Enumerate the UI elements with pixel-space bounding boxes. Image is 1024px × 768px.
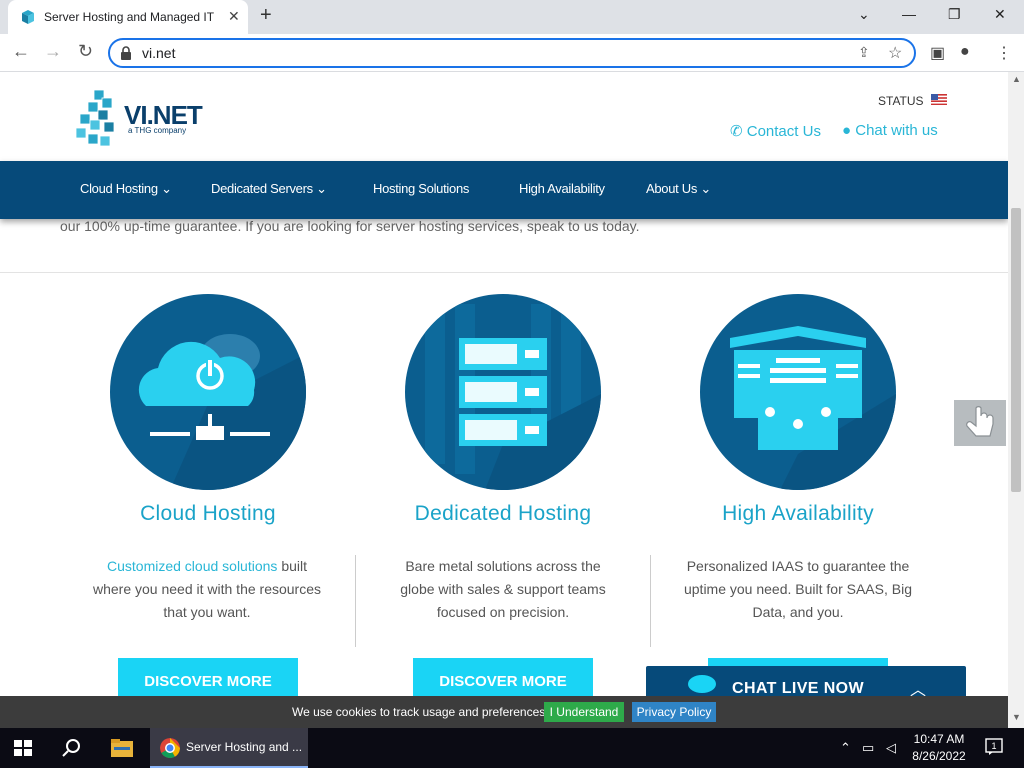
tab-search-icon[interactable]: ⌄ — [858, 6, 870, 23]
url-text[interactable]: vi.net — [142, 45, 175, 61]
chat-live-widget[interactable]: CHAT LIVE NOW ︿ — [646, 666, 966, 696]
status-link[interactable]: STATUS — [878, 94, 924, 108]
vinet-cube-icon — [22, 10, 34, 24]
scroll-down-arrow-icon[interactable]: ▼ — [1012, 712, 1021, 722]
nav-high-availability[interactable]: High Availability — [519, 181, 605, 196]
intro-text: our 100% up-time guarantee. If you are l… — [60, 218, 640, 234]
nav-hosting-solutions[interactable]: Hosting Solutions — [373, 181, 469, 196]
privacy-policy-button[interactable]: Privacy Policy — [632, 702, 716, 722]
chat-with-us-label: Chat with us — [855, 122, 938, 139]
chat-with-us-link[interactable]: ● Chat with us — [842, 122, 938, 139]
site-header: VI.NET a THG company STATUS ✆ Contact Us… — [0, 72, 1008, 161]
nav-about-us[interactable]: About Us ⌄ — [646, 181, 711, 197]
chrome-icon — [160, 738, 180, 758]
cloud-hosting-illustration — [110, 294, 306, 490]
phone-icon: ✆ — [730, 123, 747, 140]
feature-title-cloud-hosting[interactable]: Cloud Hosting — [78, 502, 338, 526]
site-logo-subtitle: a THG company — [128, 126, 187, 135]
clock-date: 8/26/2022 — [912, 749, 966, 763]
high-availability-illustration — [700, 294, 896, 490]
feature-title-high-availability[interactable]: High Availability — [668, 502, 928, 526]
taskbar-chrome-button[interactable]: Server Hosting and ... — [150, 728, 308, 768]
feature-desc-high-availability: Personalized IAAS to guarantee the uptim… — [683, 558, 912, 620]
chevron-up-icon[interactable]: ︿ — [910, 676, 926, 696]
taskbar-chrome-label: Server Hosting and ... — [186, 740, 303, 754]
back-arrow-icon[interactable]: ← — [12, 41, 30, 62]
side-panel-icon[interactable]: ▣ — [930, 43, 945, 63]
dedicated-hosting-illustration — [405, 294, 601, 490]
windows-start-icon[interactable] — [14, 740, 32, 756]
feature-title-dedicated-hosting[interactable]: Dedicated Hosting — [373, 502, 633, 526]
main-navigation: Cloud Hosting ⌄ Dedicated Servers ⌄ Host… — [0, 161, 1008, 219]
taskbar-clock[interactable]: 10:47 AM 8/26/2022 — [912, 731, 966, 765]
bookmark-star-icon[interactable]: ☆ — [888, 43, 902, 63]
discover-more-dedicated-button[interactable]: DISCOVER MORE — [413, 658, 593, 696]
server-rack-icon — [425, 304, 601, 490]
cloud-power-icon — [138, 334, 306, 490]
chat-bubble-icon — [688, 675, 716, 693]
column-divider — [355, 555, 356, 647]
pointer-hand-icon — [966, 406, 994, 437]
chevron-down-icon: ⌄ — [700, 181, 711, 196]
feature-desc-cloud-hosting: Customized cloud solutions built where y… — [92, 558, 321, 620]
customized-cloud-link[interactable]: Customized cloud solutions — [107, 558, 277, 574]
menu-kebab-icon[interactable]: ⋮ — [996, 43, 1012, 63]
reload-icon[interactable]: ↻ — [78, 41, 93, 62]
contact-us-label: Contact Us — [746, 123, 821, 140]
cookie-banner: We use cookies to track usage and prefer… — [0, 696, 1008, 728]
discover-more-cloud-button[interactable]: DISCOVER MORE — [118, 658, 298, 696]
tray-chevron-up-icon[interactable]: ⌃ — [840, 740, 851, 756]
clock-time: 10:47 AM — [913, 732, 965, 746]
scroll-up-arrow-icon[interactable]: ▲ — [1012, 74, 1021, 84]
browser-tabbar: Server Hosting and Managed IT ✕ + ⌄ — ❐ … — [0, 0, 1024, 34]
cookie-message: We use cookies to track usage and prefer… — [292, 705, 549, 719]
building-servers-icon — [730, 326, 896, 490]
tab-close-icon[interactable]: ✕ — [228, 8, 240, 25]
close-window-button[interactable]: ✕ — [994, 6, 1006, 23]
chevron-down-icon: ⌄ — [316, 181, 327, 196]
tab-title: Server Hosting and Managed IT — [44, 10, 215, 24]
browser-tab-active[interactable]: Server Hosting and Managed IT ✕ — [8, 0, 248, 34]
file-explorer-icon[interactable] — [110, 738, 134, 758]
lock-icon — [121, 46, 131, 60]
us-flag-icon[interactable] — [931, 94, 947, 105]
column-divider — [650, 555, 651, 647]
section-divider — [0, 272, 1008, 273]
accessibility-pointer-button[interactable] — [954, 400, 1006, 446]
cookie-accept-button[interactable]: I Understand — [544, 702, 624, 722]
chevron-down-icon: ⌄ — [161, 181, 172, 196]
chat-live-label: CHAT LIVE NOW — [732, 680, 865, 696]
vinet-logo-cubes-icon[interactable] — [74, 88, 122, 150]
nav-cloud-hosting[interactable]: Cloud Hosting ⌄ — [80, 181, 172, 197]
chat-bubble-icon: ● — [842, 122, 856, 139]
restore-button[interactable]: ❐ — [948, 6, 961, 23]
forward-arrow-icon[interactable]: → — [44, 41, 62, 62]
scrollbar-thumb[interactable] — [1011, 208, 1021, 492]
notification-center-icon[interactable]: 1 — [985, 738, 1003, 756]
share-icon[interactable]: ⇪ — [858, 44, 870, 61]
volume-icon[interactable]: ◁ — [886, 740, 896, 756]
notification-count: 1 — [991, 741, 996, 751]
network-icon[interactable]: ▭ — [862, 740, 874, 756]
address-bar[interactable]: vi.net ⇪ ☆ — [108, 38, 916, 68]
nav-dedicated-servers[interactable]: Dedicated Servers ⌄ — [211, 181, 327, 197]
windows-taskbar: Server Hosting and ... ⌃ ▭ ◁ 10:47 AM 8/… — [0, 728, 1024, 768]
new-tab-button[interactable]: + — [260, 4, 272, 27]
profile-avatar-icon[interactable]: ● — [960, 43, 970, 61]
contact-us-link[interactable]: ✆ Contact Us — [730, 122, 821, 140]
feature-desc-dedicated-hosting: Bare metal solutions across the globe wi… — [400, 558, 606, 620]
web-page: VI.NET a THG company STATUS ✆ Contact Us… — [0, 72, 1008, 696]
minimize-button[interactable]: — — [902, 6, 916, 22]
search-icon[interactable] — [62, 738, 82, 758]
page-scrollbar[interactable]: ▲ ▼ — [1008, 72, 1024, 728]
